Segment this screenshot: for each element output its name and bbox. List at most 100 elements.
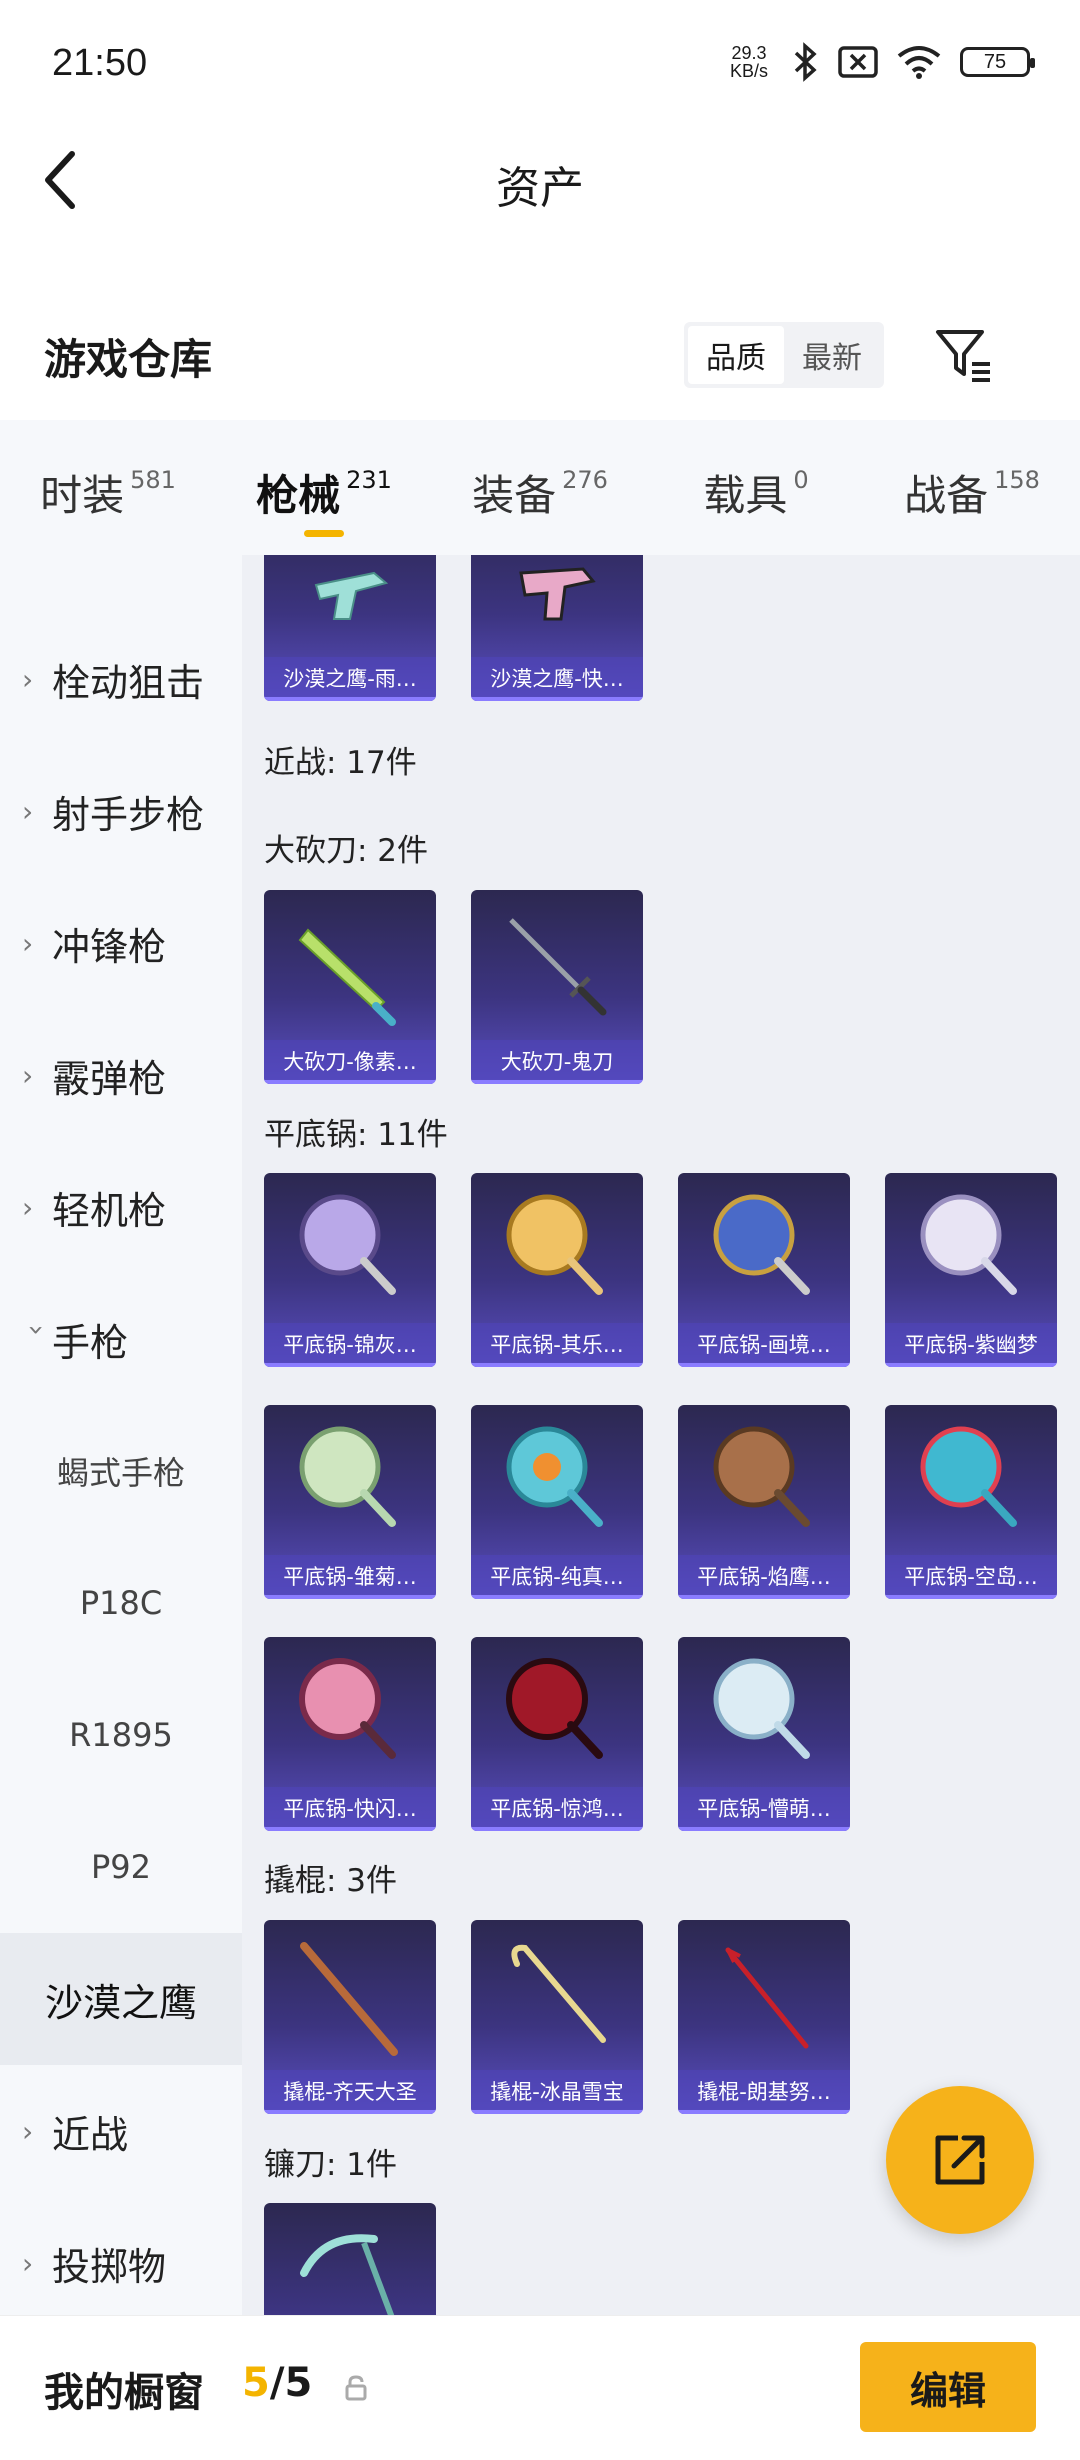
- frying-pan-skin-icon: [506, 1194, 603, 1295]
- chevron-right-icon: ›: [22, 2114, 34, 2148]
- item-grid: 沙漠之鹰-雨… 沙漠之鹰-快… 近战: 17件 大砍刀: 2件 大砍刀-像素… …: [242, 555, 1080, 2315]
- chevron-right-icon: ›: [22, 1058, 34, 1092]
- bluetooth-icon: [794, 42, 817, 82]
- sidebar-item-bolt-sniper[interactable]: › 栓动狙击: [0, 613, 242, 745]
- card-rarity-edge: [471, 1827, 643, 1831]
- sidebar-item-smg[interactable]: › 冲锋枪: [0, 877, 242, 1009]
- card-rarity-edge: [678, 1827, 850, 1831]
- item-card[interactable]: 平底锅-紫幽梦: [885, 1173, 1057, 1367]
- item-card[interactable]: 大砍刀-鬼刀: [471, 890, 643, 1084]
- item-card[interactable]: 平底锅-空岛…: [885, 1405, 1057, 1599]
- section-label-crowbar: 撬棍: 3件: [264, 1863, 398, 1899]
- status-bar: 21:50 29.3 KB/s 75: [0, 0, 1080, 130]
- no-sim-icon: [838, 46, 878, 78]
- item-card[interactable]: 平底锅-快闪…: [264, 1637, 436, 1831]
- active-tab-indicator: [304, 530, 344, 537]
- machete-skin-icon: [509, 918, 607, 1016]
- wifi-icon: [897, 46, 941, 79]
- item-card[interactable]: 大砍刀-像素…: [264, 890, 436, 1084]
- item-card[interactable]: 沙漠之鹰-雨…: [264, 555, 436, 701]
- edit-button[interactable]: 编辑: [860, 2342, 1036, 2432]
- tab-fashion[interactable]: 时装 581: [0, 452, 216, 523]
- item-card[interactable]: 平底锅-其乐…: [471, 1173, 643, 1367]
- card-rarity-edge: [678, 1363, 850, 1367]
- card-rarity-edge: [471, 2110, 643, 2114]
- card-rarity-edge: [264, 1595, 436, 1599]
- item-card[interactable]: 平底锅-锦灰…: [264, 1173, 436, 1367]
- card-rarity-edge: [264, 1363, 436, 1367]
- status-icons: 29.3 KB/s 75: [724, 42, 1035, 82]
- frying-pan-skin-icon: [299, 1658, 396, 1759]
- item-card[interactable]: 平底锅-纯真…: [471, 1405, 643, 1599]
- item-card[interactable]: 撬棍-朗基努…: [678, 1920, 850, 2114]
- section-label-melee: 近战: 17件: [264, 745, 417, 781]
- chevron-right-icon: ›: [22, 2246, 34, 2280]
- card-rarity-edge: [471, 1595, 643, 1599]
- chevron-right-icon: ›: [22, 926, 34, 960]
- card-rarity-edge: [885, 1363, 1057, 1367]
- chevron-right-icon: ›: [22, 662, 34, 696]
- frying-pan-skin-icon: [506, 1426, 603, 1527]
- tab-vehicles[interactable]: 载具 0: [648, 452, 864, 523]
- filter-icon[interactable]: [932, 322, 996, 386]
- item-card[interactable]: [264, 2203, 436, 2315]
- sidebar-item-lmg[interactable]: › 轻机枪: [0, 1141, 242, 1273]
- sort-toggle[interactable]: 品质 最新: [684, 322, 884, 388]
- machete-skin-icon: [298, 928, 396, 1026]
- chevron-right-icon: ›: [22, 794, 34, 828]
- item-card[interactable]: 平底锅-焰鹰…: [678, 1405, 850, 1599]
- frying-pan-skin-icon: [920, 1426, 1017, 1527]
- chevron-right-icon: ›: [22, 1190, 34, 1224]
- page-title: 资产: [496, 163, 584, 214]
- sidebar-item-shotgun[interactable]: › 霰弹枪: [0, 1009, 242, 1141]
- frying-pan-skin-icon: [299, 1194, 396, 1295]
- share-icon: [935, 2135, 985, 2185]
- frying-pan-skin-icon: [713, 1658, 810, 1759]
- battery-indicator: 75: [960, 47, 1035, 77]
- pistol-skin-icon: [314, 571, 389, 620]
- showcase-count: 5/5: [242, 2360, 313, 2406]
- sickle-skin-icon: [300, 2234, 395, 2315]
- item-card[interactable]: 平底锅-雏菊…: [264, 1405, 436, 1599]
- weapon-category-sidebar: › 栓动狙击 › 射手步枪 › 冲锋枪 › 霰弹枪 › 轻机枪 › 手枪 蝎式手枪 P18C…: [0, 555, 242, 2315]
- card-rarity-edge: [264, 697, 436, 701]
- card-rarity-edge: [264, 1827, 436, 1831]
- sidebar-sub-skorpion[interactable]: 蝎式手枪: [0, 1405, 242, 1537]
- tab-supplies[interactable]: 战备 158: [864, 452, 1080, 523]
- sidebar-sub-desert-eagle[interactable]: 沙漠之鹰: [0, 1933, 242, 2065]
- showcase-title: 我的橱窗: [44, 2370, 204, 2416]
- card-rarity-edge: [885, 1595, 1057, 1599]
- card-rarity-edge: [678, 1595, 850, 1599]
- warehouse-header: 游戏仓库 品质 最新: [0, 300, 1080, 410]
- card-rarity-edge: [264, 2110, 436, 2114]
- section-label-sickle: 镰刀: 1件: [264, 2147, 398, 2183]
- sidebar-item-throwables[interactable]: › 投掷物: [0, 2197, 242, 2329]
- category-tabs: 时装 581 枪械 231 装备 276 载具 0 战备 158: [0, 420, 1080, 555]
- card-rarity-edge: [471, 697, 643, 701]
- item-card[interactable]: 撬棍-冰晶雪宝: [471, 1920, 643, 2114]
- sidebar-sub-r1895[interactable]: R1895: [0, 1669, 242, 1801]
- sidebar-item-pistol[interactable]: › 手枪: [0, 1273, 242, 1405]
- sidebar-sub-p18c[interactable]: P18C: [0, 1537, 242, 1669]
- warehouse-title: 游戏仓库: [44, 335, 213, 384]
- item-card[interactable]: 撬棍-齐天大圣: [264, 1920, 436, 2114]
- frying-pan-skin-icon: [713, 1194, 810, 1295]
- showcase-bar: 我的橱窗 5/5 编辑: [0, 2315, 1080, 2460]
- sidebar-sub-p92[interactable]: P92: [0, 1801, 242, 1933]
- sidebar-item-melee[interactable]: › 近战: [0, 2065, 242, 2197]
- tab-weapons[interactable]: 枪械 231: [216, 452, 432, 537]
- item-card[interactable]: 平底锅-懵萌…: [678, 1637, 850, 1831]
- sort-newest-button[interactable]: 最新: [784, 326, 880, 384]
- crowbar-skin-icon: [300, 1942, 398, 2056]
- item-card[interactable]: 平底锅-画境…: [678, 1173, 850, 1367]
- section-label-machete: 大砍刀: 2件: [264, 833, 429, 869]
- item-card[interactable]: 平底锅-惊鸿…: [471, 1637, 643, 1831]
- section-label-pan: 平底锅: 11件: [264, 1117, 448, 1153]
- item-card[interactable]: 沙漠之鹰-快…: [471, 555, 643, 701]
- tab-equipment[interactable]: 装备 276: [432, 452, 648, 523]
- sidebar-item-dmr[interactable]: › 射手步枪: [0, 745, 242, 877]
- crowbar-skin-icon: [725, 1947, 809, 2049]
- clock: 21:50: [52, 42, 148, 84]
- sort-quality-button[interactable]: 品质: [688, 326, 784, 384]
- share-button[interactable]: [886, 2086, 1034, 2234]
